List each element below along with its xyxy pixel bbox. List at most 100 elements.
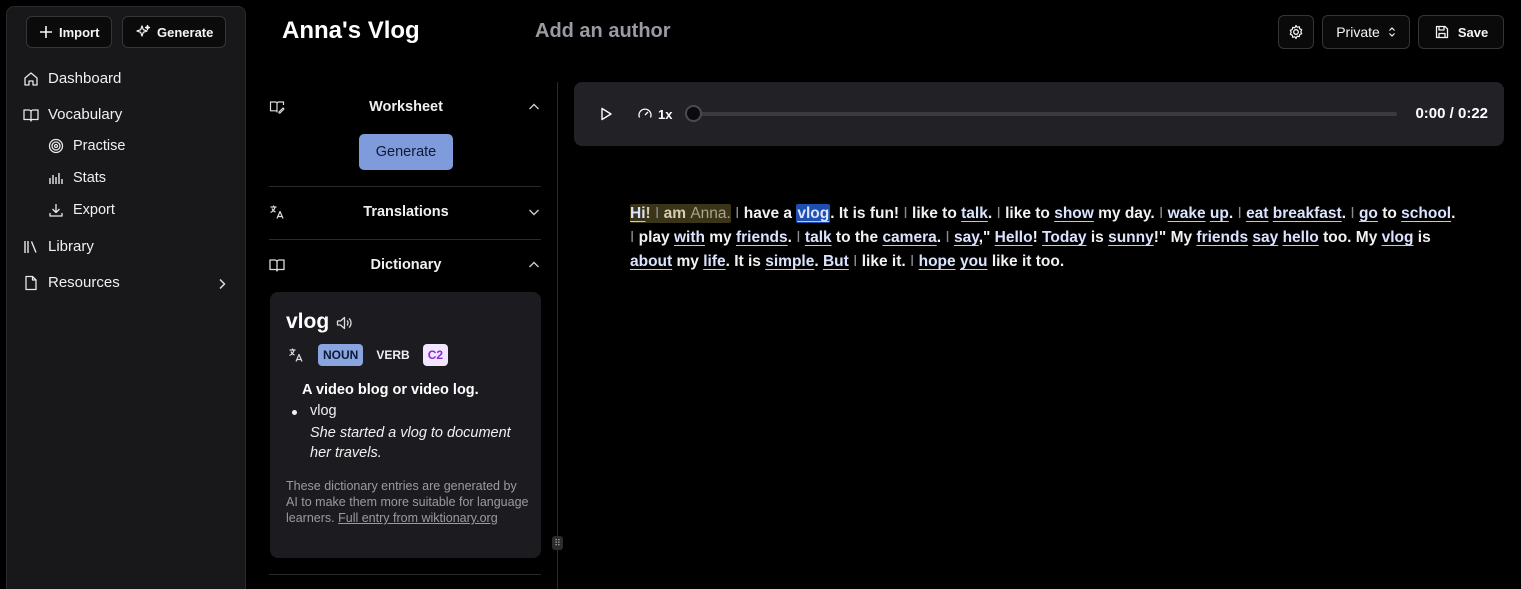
translate-icon[interactable] bbox=[288, 347, 304, 363]
vocab-word[interactable]: say bbox=[954, 229, 979, 246]
vocab-word[interactable]: hope bbox=[919, 253, 956, 270]
author-field[interactable]: Add an author bbox=[535, 20, 671, 43]
import-button[interactable]: Import bbox=[26, 16, 113, 48]
vocab-word[interactable]: friends bbox=[1196, 229, 1248, 246]
dictionary-section-header[interactable]: Dictionary bbox=[269, 257, 541, 273]
save-icon bbox=[1434, 24, 1450, 40]
generate-worksheet-button[interactable]: Generate bbox=[359, 134, 453, 170]
worksheet-label: Worksheet bbox=[369, 99, 443, 115]
vocab-word[interactable]: sunny bbox=[1108, 229, 1154, 246]
vocab-word[interactable]: hello bbox=[1283, 229, 1319, 246]
transcript-text: to the bbox=[831, 229, 883, 246]
word[interactable]: I bbox=[1237, 205, 1246, 222]
vocab-word[interactable]: talk bbox=[805, 229, 832, 246]
sidebar-item-vocabulary[interactable]: Vocabulary bbox=[23, 106, 122, 123]
document-title[interactable]: Anna's Vlog bbox=[282, 17, 420, 45]
visibility-select[interactable]: Private bbox=[1322, 15, 1410, 49]
transcript-text: ! bbox=[645, 205, 655, 222]
word[interactable]: I bbox=[1159, 205, 1168, 222]
vocab-word[interactable]: Hi bbox=[630, 205, 646, 222]
current-segment-highlight[interactable]: Hi! I am Anna. bbox=[630, 204, 731, 223]
play-icon[interactable] bbox=[598, 106, 614, 122]
transcript-text: like to bbox=[912, 205, 962, 222]
example-word: vlog bbox=[292, 403, 337, 419]
progress-thumb[interactable] bbox=[685, 105, 702, 122]
vocab-word[interactable]: life bbox=[703, 253, 725, 270]
dictionary-card: vlog NOUN VERB C2 A video blog or video … bbox=[270, 292, 541, 558]
word[interactable]: I bbox=[630, 229, 639, 246]
progress-track[interactable] bbox=[689, 112, 1397, 116]
sidebar-item-dashboard[interactable]: Dashboard bbox=[23, 70, 121, 87]
word[interactable]: I bbox=[735, 205, 744, 222]
sidebar-item-resources[interactable]: Resources bbox=[23, 274, 120, 291]
vocab-word[interactable]: Today bbox=[1042, 229, 1087, 246]
vocab-word[interactable]: wake bbox=[1168, 205, 1206, 222]
vocab-word[interactable]: you bbox=[960, 253, 988, 270]
word[interactable]: I bbox=[655, 205, 664, 222]
gear-icon bbox=[1288, 24, 1304, 40]
translations-label: Translations bbox=[363, 204, 449, 220]
word[interactable]: I bbox=[945, 229, 954, 246]
sidebar-item-label: Stats bbox=[73, 170, 107, 186]
transcript-text: is bbox=[1086, 229, 1109, 246]
transcript-text: . It is fun! bbox=[830, 205, 904, 222]
audio-player: 1x 0:00 / 0:22 bbox=[574, 82, 1504, 146]
chevron-right-icon[interactable] bbox=[215, 277, 229, 291]
time-display: 0:00 / 0:22 bbox=[1415, 105, 1488, 122]
home-icon bbox=[23, 71, 39, 87]
vocab-word[interactable]: school bbox=[1401, 205, 1451, 222]
panel-separator bbox=[557, 82, 558, 589]
sidebar-item-practise[interactable]: Practise bbox=[48, 138, 125, 154]
vocab-word[interactable]: up bbox=[1210, 205, 1229, 222]
vocab-word[interactable]: show bbox=[1054, 205, 1094, 222]
download-icon bbox=[48, 202, 64, 218]
transcript-text: have a bbox=[743, 205, 797, 222]
divider bbox=[269, 574, 541, 575]
vocab-word[interactable]: friends bbox=[736, 229, 788, 246]
part-of-speech-row: NOUN VERB C2 bbox=[288, 344, 449, 366]
vocab-word[interactable]: talk bbox=[961, 205, 988, 222]
sidebar-item-export[interactable]: Export bbox=[48, 202, 115, 218]
word[interactable]: I bbox=[796, 229, 805, 246]
vocab-word[interactable]: say bbox=[1252, 229, 1278, 246]
settings-button[interactable] bbox=[1278, 15, 1314, 49]
playback-speed[interactable]: 1x bbox=[637, 106, 672, 122]
vocab-word[interactable]: vlog bbox=[1382, 229, 1414, 246]
translations-section-header[interactable]: Translations bbox=[269, 204, 541, 220]
transcript-text: . bbox=[787, 229, 797, 246]
save-button[interactable]: Save bbox=[1418, 15, 1504, 49]
sidebar-item-library[interactable]: Library bbox=[23, 238, 94, 255]
sidebar-item-label: Practise bbox=[73, 138, 126, 154]
word[interactable]: I bbox=[1350, 205, 1359, 222]
generate-button[interactable]: Generate bbox=[122, 16, 227, 48]
speaker-icon[interactable] bbox=[335, 314, 353, 332]
word[interactable]: I bbox=[903, 205, 912, 222]
vocab-word[interactable]: But bbox=[823, 253, 849, 270]
sidebar-item-stats[interactable]: Stats bbox=[48, 170, 106, 186]
vocab-word[interactable]: breakfast bbox=[1273, 205, 1342, 222]
selected-word[interactable]: vlog bbox=[796, 204, 831, 223]
vocab-word[interactable]: eat bbox=[1246, 205, 1268, 222]
book-edit-icon bbox=[269, 99, 285, 115]
pos-badge-noun[interactable]: NOUN bbox=[318, 344, 364, 366]
sidebar: Import Generate Dashboard Vocabulary Pra… bbox=[6, 6, 246, 589]
vocab-word[interactable]: go bbox=[1359, 205, 1378, 222]
vocab-word[interactable]: simple bbox=[765, 253, 814, 270]
target-icon bbox=[48, 138, 64, 154]
vocab-word[interactable]: Hello bbox=[995, 229, 1033, 246]
dictionary-note: These dictionary entries are generated b… bbox=[286, 478, 531, 526]
transcript-text: ," bbox=[978, 229, 995, 246]
wiktionary-link[interactable]: Full entry from wiktionary.org bbox=[338, 511, 498, 525]
resize-handle[interactable]: ⠿ bbox=[552, 536, 563, 550]
save-label: Save bbox=[1457, 24, 1489, 40]
worksheet-section-header[interactable]: Worksheet bbox=[269, 99, 541, 115]
transcript-text: ! bbox=[1032, 229, 1043, 246]
word[interactable]: I bbox=[996, 205, 1005, 222]
pos-badge-verb[interactable]: VERB bbox=[371, 344, 414, 366]
vocab-word[interactable]: with bbox=[674, 229, 705, 246]
library-icon bbox=[23, 239, 39, 255]
vocab-word[interactable]: camera bbox=[882, 229, 936, 246]
vocab-word[interactable]: about bbox=[630, 253, 672, 270]
word[interactable]: I bbox=[853, 253, 862, 270]
word[interactable]: I bbox=[910, 253, 919, 270]
